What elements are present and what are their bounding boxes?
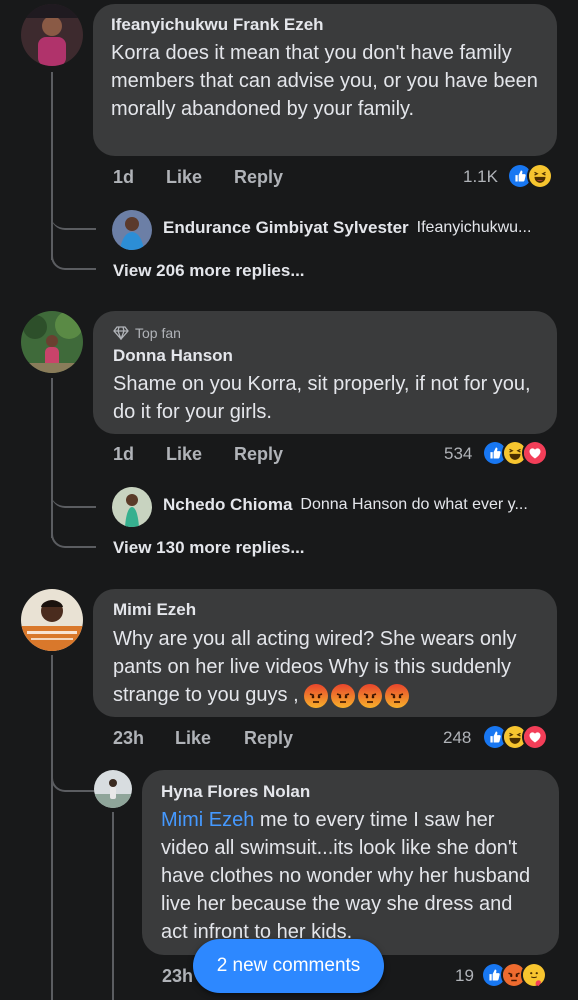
haha-reaction-icon	[527, 163, 553, 189]
reply-avatar[interactable]	[94, 770, 132, 808]
reaction-icons[interactable]	[482, 724, 548, 750]
reply-button[interactable]: Reply	[244, 728, 293, 749]
comment-time: 23h	[113, 728, 145, 748]
angry-emoji-row	[304, 683, 412, 708]
reaction-count[interactable]: 248	[443, 728, 471, 748]
reply-preview[interactable]: Endurance Gimbiyat Sylvester Ifeanyichuk…	[163, 218, 531, 238]
reply-snippet: Donna Hanson do what ever y...	[300, 496, 528, 513]
reaction-count[interactable]: 19	[455, 966, 474, 986]
comment-text: Mimi Ezeh me to every time I saw her vid…	[161, 806, 541, 946]
reply-button[interactable]: Reply	[234, 167, 283, 188]
reaction-count[interactable]: 1.1K	[463, 167, 498, 187]
reply-bubble: Hyna Flores Nolan Mimi Ezeh me to every …	[142, 770, 559, 955]
comment-time: 1d	[113, 444, 135, 464]
reply-button[interactable]: Reply	[234, 444, 283, 465]
comment-author[interactable]: Donna Hanson	[113, 345, 539, 366]
comment-time: 23h	[162, 966, 194, 986]
thread-connector	[51, 508, 96, 548]
reply-preview[interactable]: Nchedo Chioma Donna Hanson do what ever …	[163, 495, 528, 515]
comment-time: 1d	[113, 167, 135, 187]
like-button[interactable]: Like	[166, 167, 202, 188]
like-button[interactable]: Like	[166, 444, 202, 465]
comment-text: Shame on you Korra, sit properly, if not…	[113, 373, 531, 423]
comment-author[interactable]: Mimi Ezeh	[113, 599, 539, 620]
badge-label: Top fan	[135, 325, 181, 341]
thread-connector	[51, 752, 96, 792]
angry-emoji-icon	[331, 683, 356, 708]
reaction-count[interactable]: 534	[444, 444, 472, 464]
top-fan-badge: Top fan	[113, 324, 539, 342]
reply-snippet: Ifeanyichukwu...	[416, 219, 532, 236]
angry-emoji-icon	[385, 683, 410, 708]
avatar[interactable]	[21, 589, 83, 651]
new-comments-button[interactable]: 2 new comments	[193, 939, 384, 993]
angry-emoji-icon	[304, 683, 329, 708]
thread-connector	[51, 230, 96, 270]
reaction-icons[interactable]	[507, 163, 553, 189]
love-reaction-icon	[522, 724, 548, 750]
view-more-replies[interactable]: View 206 more replies...	[113, 261, 305, 281]
thread-connector	[51, 190, 96, 230]
avatar[interactable]	[21, 311, 83, 373]
reply-author[interactable]: Endurance Gimbiyat Sylvester	[163, 218, 409, 238]
comment-bubble: Mimi Ezeh Why are you all acting wired? …	[93, 589, 557, 717]
comment-text: Why are you all acting wired? She wears …	[113, 625, 539, 709]
avatar[interactable]	[21, 4, 83, 66]
reply-avatar[interactable]	[112, 487, 152, 527]
comment-bubble: Ifeanyichukwu Frank Ezeh Korra does it m…	[93, 4, 557, 156]
comment-author[interactable]: Ifeanyichukwu Frank Ezeh	[111, 14, 539, 35]
love-reaction-icon	[522, 440, 548, 466]
thread-connector	[51, 470, 96, 508]
reply-avatar[interactable]	[112, 210, 152, 250]
reaction-icons[interactable]	[481, 962, 547, 988]
like-button[interactable]: Like	[175, 728, 211, 749]
care-reaction-icon	[521, 962, 547, 988]
view-more-replies[interactable]: View 130 more replies...	[113, 538, 305, 558]
mention-link[interactable]: Mimi Ezeh	[161, 809, 254, 831]
thread-line	[51, 655, 53, 1000]
comment-author[interactable]: Hyna Flores Nolan	[161, 781, 541, 802]
diamond-icon	[113, 326, 129, 340]
comment-text: Korra does it mean that you don't have f…	[111, 42, 538, 120]
reaction-icons[interactable]	[482, 440, 548, 466]
angry-emoji-icon	[358, 683, 383, 708]
comment-bubble: Top fan Donna Hanson Shame on you Korra,…	[93, 311, 557, 434]
reply-author[interactable]: Nchedo Chioma	[163, 495, 292, 515]
